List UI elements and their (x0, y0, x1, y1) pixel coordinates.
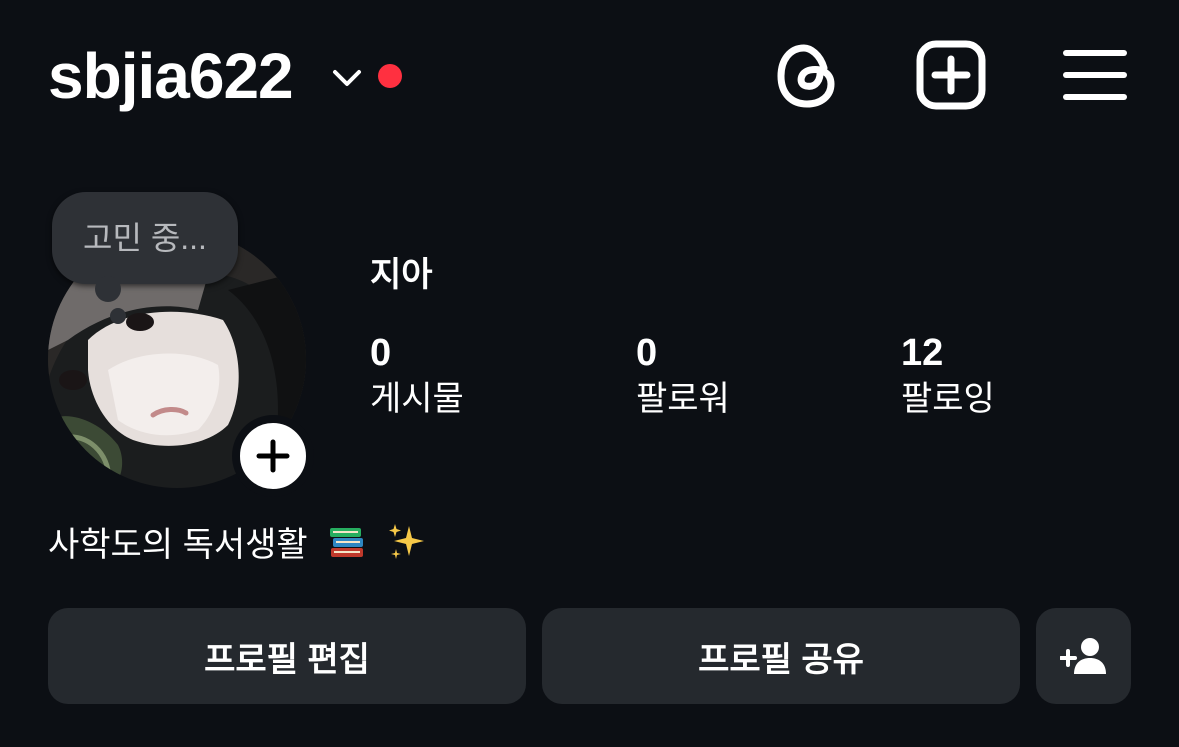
posts-label: 게시물 (370, 380, 464, 418)
share-profile-button[interactable]: 프로필 공유 (542, 608, 1020, 704)
hamburger-menu-icon[interactable] (1063, 48, 1127, 102)
stat-posts[interactable]: 0 게시물 (370, 330, 464, 420)
add-person-icon (1059, 638, 1106, 674)
following-label: 팔로잉 (901, 380, 995, 418)
stat-following[interactable]: 12 팔로잉 (901, 330, 995, 420)
chevron-down-icon[interactable] (330, 62, 364, 92)
threads-icon[interactable] (774, 40, 840, 112)
profile-screen: sbjia622 고민 중... 지아 0 게시물 0 팔로워 12 팔로잉 사… (0, 0, 1179, 747)
followers-label: 팔로워 (636, 380, 730, 418)
books-emoji (330, 528, 364, 557)
edit-profile-button[interactable]: 프로필 편집 (48, 608, 526, 704)
stat-followers[interactable]: 0 팔로워 (636, 330, 730, 420)
add-story-button[interactable] (232, 415, 314, 497)
posts-count: 0 (370, 332, 392, 374)
display-name: 지아 (370, 256, 433, 294)
discover-people-button[interactable] (1036, 608, 1131, 704)
create-post-icon[interactable] (916, 40, 986, 110)
username[interactable]: sbjia622 (48, 38, 294, 114)
note-bubble-tail (95, 276, 121, 302)
note-bubble-tail-small (110, 308, 126, 324)
following-count: 12 (901, 332, 944, 374)
bio: 사학도의 독서생활 (48, 522, 427, 567)
followers-count: 0 (636, 332, 658, 374)
notification-dot (378, 64, 402, 88)
bio-text: 사학도의 독서생활 (48, 526, 308, 564)
note-bubble[interactable]: 고민 중... (52, 192, 238, 284)
sparkles-emoji (388, 524, 424, 559)
plus-icon (256, 439, 290, 473)
